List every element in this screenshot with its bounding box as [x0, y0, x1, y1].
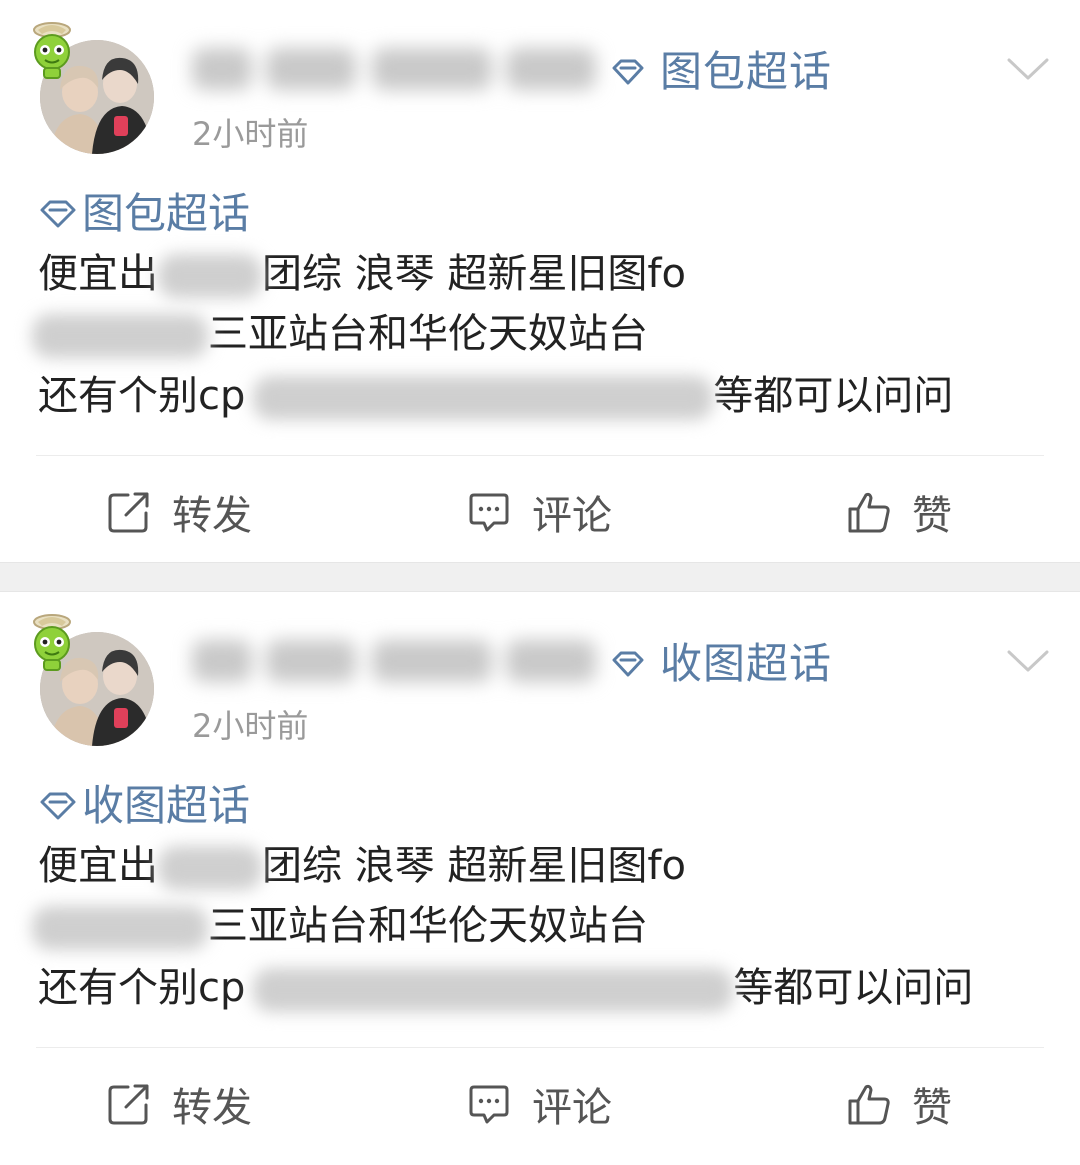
- feed-separator: [0, 562, 1080, 592]
- post-text-line: 三亚站台和华伦天奴站台: [32, 306, 648, 362]
- comment-icon: [469, 1085, 509, 1124]
- topic-tag[interactable]: 收图超话: [38, 778, 250, 834]
- blurred-text: [253, 376, 714, 420]
- comment-icon: [469, 493, 509, 532]
- thumbs-up-icon: [848, 492, 890, 533]
- post-time: 2小时前: [192, 115, 309, 153]
- green-alien-badge-icon: [28, 610, 76, 672]
- blurred-text: [32, 314, 208, 358]
- repost-label: 转发: [172, 1085, 252, 1131]
- post-time: 2小时前: [192, 707, 309, 745]
- blurred-text: [158, 254, 262, 298]
- topic-label: 收图超话: [660, 639, 833, 688]
- post-text-line: 还有个别cp 等都可以问问: [38, 965, 974, 1012]
- post-card[interactable]: 收图超话 2小时前 收图超话 便宜出 团综 浪琴 超新星旧图fo 三亚站台和华伦天…: [0, 592, 1080, 1158]
- comment-button[interactable]: 评论: [466, 1062, 612, 1146]
- comment-button[interactable]: 评论: [466, 470, 612, 554]
- diamond-icon: [40, 200, 76, 228]
- comment-label: 评论: [532, 493, 612, 539]
- diamond-icon: [612, 59, 644, 85]
- comment-label: 评论: [532, 1085, 612, 1131]
- post-text-line: 便宜出 团综 浪琴 超新星旧图fo: [38, 843, 686, 890]
- like-label: 赞: [912, 1085, 952, 1131]
- topic-tag-label: 图包超话: [82, 189, 251, 238]
- like-button[interactable]: 赞: [846, 470, 952, 554]
- topic-label: 图包超话: [660, 47, 833, 96]
- diamond-icon: [612, 651, 644, 677]
- username-blurred[interactable]: [186, 40, 606, 100]
- blurred-text: [158, 846, 262, 890]
- repost-icon: [108, 492, 149, 533]
- chevron-down-icon[interactable]: [1006, 648, 1050, 674]
- post-text-line: 便宜出 团综 浪琴 超新星旧图fo: [38, 251, 686, 298]
- like-button[interactable]: 赞: [846, 1062, 952, 1146]
- username-blurred[interactable]: [186, 632, 606, 692]
- post-text-line: 还有个别cp 等都可以问问: [38, 373, 954, 420]
- topic-link[interactable]: 收图超话: [610, 636, 832, 692]
- blurred-text: [32, 906, 208, 950]
- topic-link[interactable]: 图包超话: [610, 44, 832, 100]
- green-alien-badge-icon: [28, 18, 76, 80]
- topic-tag[interactable]: 图包超话: [38, 186, 250, 242]
- repost-icon: [108, 1084, 149, 1125]
- diamond-icon: [40, 792, 76, 820]
- post-text-line: 三亚站台和华伦天奴站台: [32, 898, 648, 954]
- repost-button[interactable]: 转发: [106, 1062, 252, 1146]
- divider: [36, 1047, 1044, 1048]
- repost-label: 转发: [172, 493, 252, 539]
- thumbs-up-icon: [848, 1084, 890, 1125]
- topic-tag-label: 收图超话: [82, 781, 251, 830]
- action-bar: 转发 评论 赞: [0, 470, 1080, 554]
- chevron-down-icon[interactable]: [1006, 56, 1050, 82]
- post-card[interactable]: 图包超话 2小时前 图包超话 便宜出 团综 浪琴 超新星旧图fo 三亚站台和华伦天…: [0, 0, 1080, 562]
- blurred-text: [253, 968, 734, 1012]
- divider: [36, 455, 1044, 456]
- weibo-feed: 图包超话 2小时前 图包超话 便宜出 团综 浪琴 超新星旧图fo 三亚站台和华伦天…: [0, 0, 1080, 1158]
- like-label: 赞: [912, 493, 952, 539]
- action-bar: 转发 评论 赞: [0, 1062, 1080, 1146]
- repost-button[interactable]: 转发: [106, 470, 252, 554]
